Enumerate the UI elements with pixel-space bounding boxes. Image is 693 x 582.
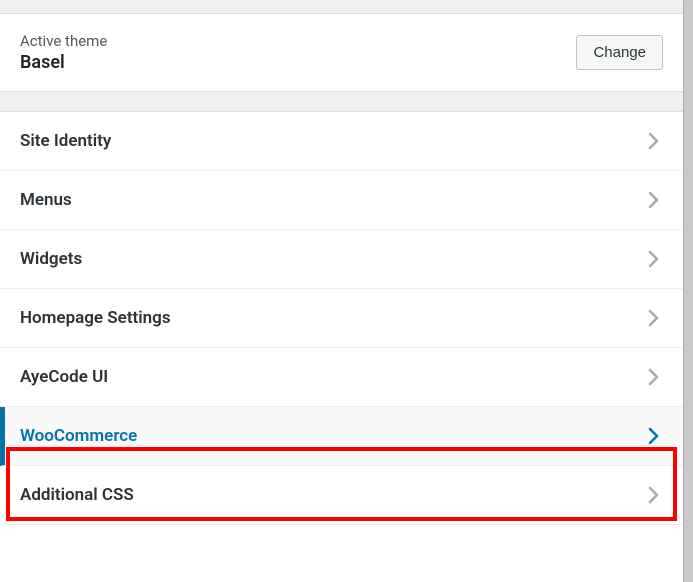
- customizer-menu-list: Site Identity Menus Widgets Homepage Set…: [0, 112, 683, 525]
- chevron-right-icon: [643, 308, 663, 328]
- menu-item-ayecode-ui[interactable]: AyeCode UI: [0, 348, 683, 407]
- menu-item-label: Site Identity: [20, 131, 111, 151]
- vertical-scrollbar[interactable]: [683, 0, 693, 582]
- chevron-right-icon: [643, 131, 663, 151]
- chevron-right-icon: [643, 190, 663, 210]
- menu-item-site-identity[interactable]: Site Identity: [0, 112, 683, 171]
- menu-item-label: Homepage Settings: [20, 308, 171, 328]
- menu-item-additional-css[interactable]: Additional CSS: [0, 466, 683, 525]
- menu-item-homepage-settings[interactable]: Homepage Settings: [0, 289, 683, 348]
- menu-item-label: AyeCode UI: [20, 367, 108, 387]
- section-spacer: [0, 92, 683, 112]
- menu-item-label: Menus: [20, 190, 72, 210]
- menu-item-menus[interactable]: Menus: [0, 171, 683, 230]
- chevron-right-icon: [643, 249, 663, 269]
- chevron-right-icon: [643, 426, 663, 446]
- active-theme-label: Active theme: [20, 32, 107, 50]
- menu-item-woocommerce[interactable]: WooCommerce: [0, 407, 683, 466]
- menu-item-label: Additional CSS: [20, 485, 134, 505]
- menu-item-widgets[interactable]: Widgets: [0, 230, 683, 289]
- top-gap: [0, 0, 683, 14]
- change-theme-button[interactable]: Change: [576, 35, 663, 70]
- menu-item-label: Widgets: [20, 249, 82, 269]
- chevron-right-icon: [643, 367, 663, 387]
- theme-name: Basel: [20, 52, 107, 73]
- theme-info: Active theme Basel: [20, 32, 107, 73]
- customizer-header: Active theme Basel Change: [0, 14, 683, 92]
- menu-item-label: WooCommerce: [20, 426, 137, 446]
- chevron-right-icon: [643, 485, 663, 505]
